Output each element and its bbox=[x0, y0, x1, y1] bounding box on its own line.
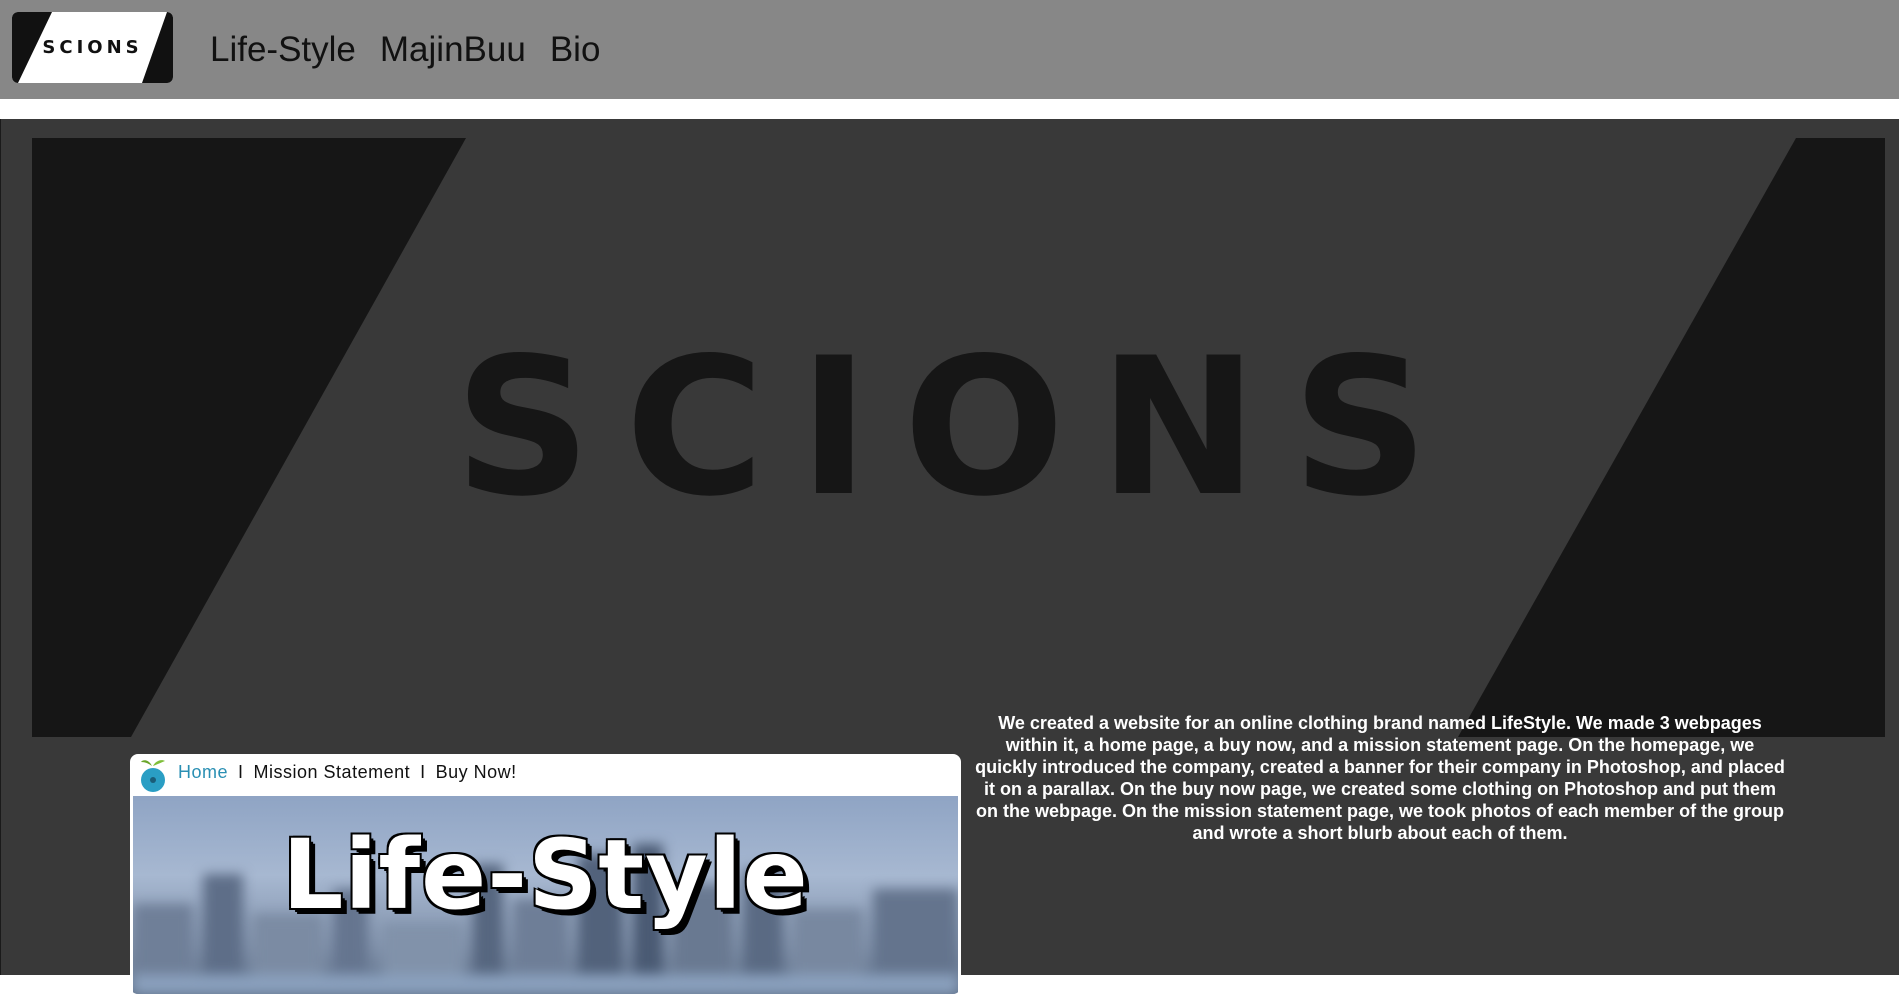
project-nav: Home I Mission Statement I Buy Now! bbox=[130, 754, 961, 794]
project-nav-mission[interactable]: Mission Statement bbox=[254, 762, 411, 782]
project-nav-buy[interactable]: Buy Now! bbox=[436, 762, 517, 782]
logo-text: SCIONS bbox=[42, 37, 143, 58]
project-description: We created a website for an online cloth… bbox=[975, 713, 1785, 843]
main-section: SCIONS Home I Mission Statement I Buy Now! bbox=[0, 119, 1899, 994]
project-nav-home[interactable]: Home bbox=[178, 762, 228, 782]
project-hero-title: Life-Style bbox=[282, 819, 809, 931]
banner-wordmark: SCIONS bbox=[454, 317, 1463, 538]
project-screenshot[interactable]: Home I Mission Statement I Buy Now! Life- bbox=[130, 754, 961, 994]
main-nav: Life-Style MajinBuu Bio bbox=[210, 26, 600, 74]
project-nav-links: Home I Mission Statement I Buy Now! bbox=[178, 762, 517, 783]
nav-link-majinbuu[interactable]: MajinBuu bbox=[380, 26, 526, 74]
nav-separator: I bbox=[238, 762, 244, 782]
project-hero-banner: Life-Style bbox=[133, 796, 958, 994]
blueberry-icon bbox=[141, 760, 165, 792]
top-navbar: SCIONS Life-Style MajinBuu Bio bbox=[0, 0, 1899, 99]
scions-banner: SCIONS bbox=[32, 138, 1885, 737]
scions-logo[interactable]: SCIONS bbox=[12, 12, 173, 83]
nav-link-life-style[interactable]: Life-Style bbox=[210, 26, 356, 74]
nav-separator: I bbox=[420, 762, 426, 782]
nav-link-bio[interactable]: Bio bbox=[550, 26, 601, 74]
